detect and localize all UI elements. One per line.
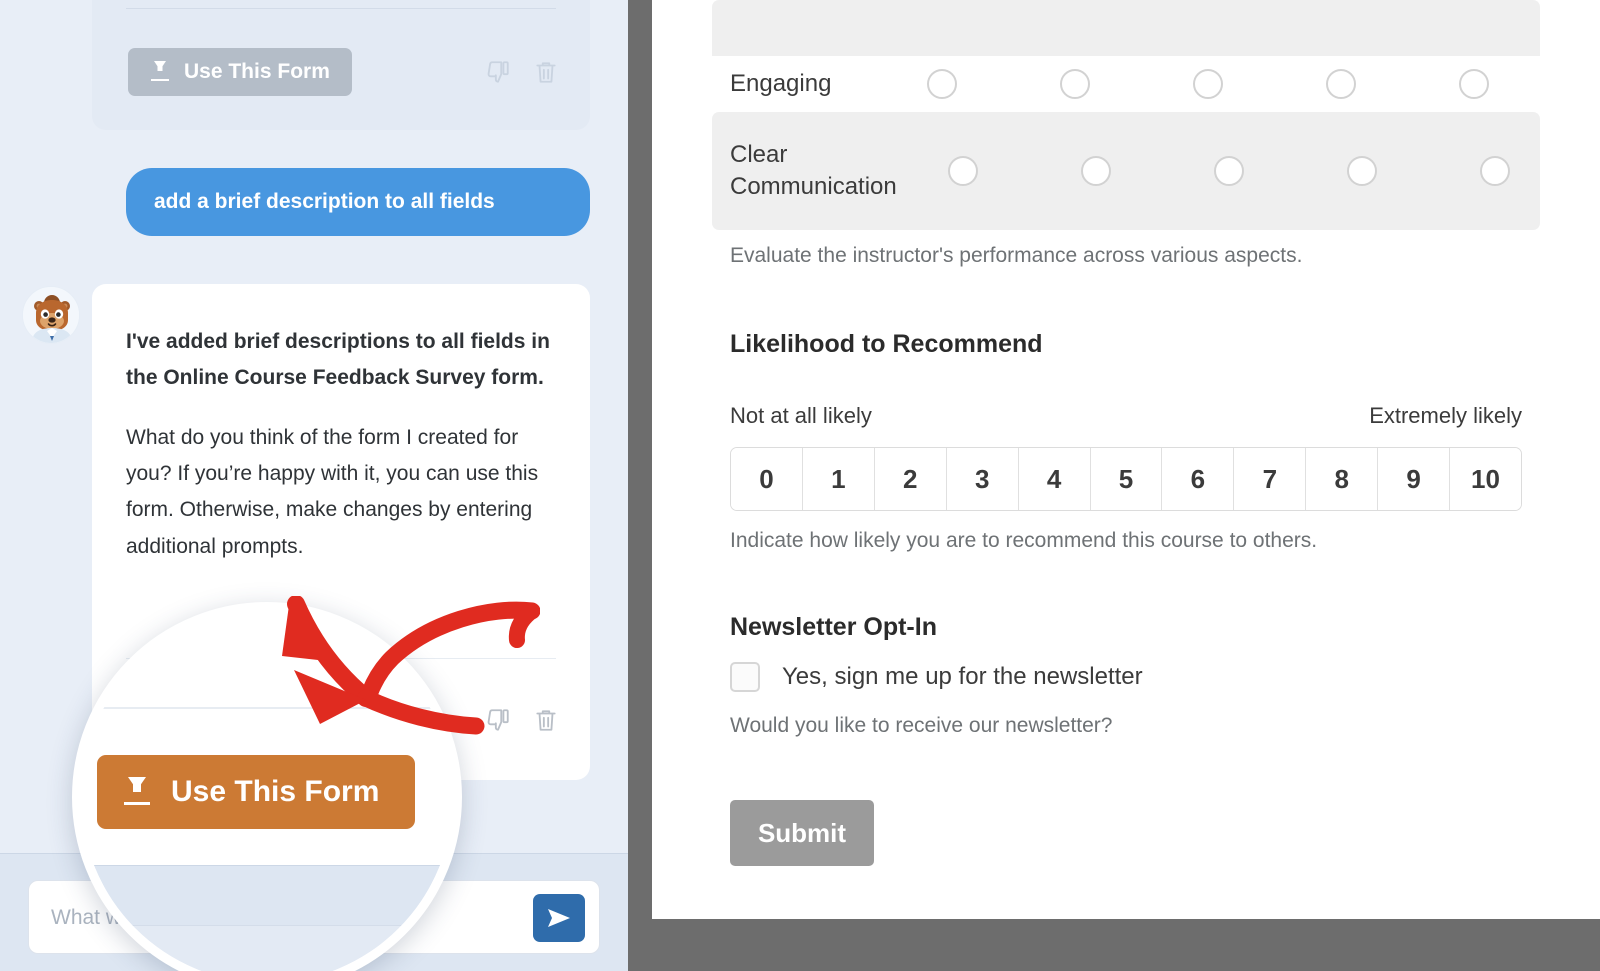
likert-row: Engaging <box>712 56 1540 112</box>
nps-cell[interactable]: 2 <box>874 448 947 510</box>
likert-option[interactable] <box>1163 156 1296 186</box>
likert-row-label: Clear Communication <box>730 140 897 200</box>
use-this-form-button-disabled[interactable]: Use This Form <box>128 48 352 96</box>
likert-matrix: Engaging Clear Communication <box>712 56 1540 230</box>
magnified-button-label: Use This Form <box>171 775 380 808</box>
likert-help-text: Evaluate the instructor's performance ac… <box>730 244 1303 267</box>
likert-option[interactable] <box>1141 69 1274 99</box>
nps-cell[interactable]: 7 <box>1234 448 1307 510</box>
magnified-composer-strip <box>81 865 453 925</box>
assistant-paragraph-2: What do you think of the form I created … <box>126 426 539 558</box>
newsletter-checkbox-label: Yes, sign me up for the newsletter <box>782 663 1143 690</box>
submit-button[interactable]: Submit <box>730 800 874 866</box>
radio-icon[interactable] <box>926 69 957 99</box>
nps-end-labels: Not at all likely Extremely likely <box>730 403 1522 429</box>
newsletter-field-title: Newsletter Opt-In <box>730 613 937 641</box>
bear-mascot-icon <box>23 287 79 343</box>
magnifier-callout: pts. Use This Form <box>72 602 462 971</box>
thumbs-down-icon[interactable] <box>485 58 511 86</box>
nps-scale: 0 1 2 3 4 5 6 7 8 9 10 <box>730 447 1522 511</box>
magnifier-viewport: pts. Use This Form <box>81 611 453 971</box>
likert-row: Clear Communication <box>712 112 1540 230</box>
likert-option[interactable] <box>1429 156 1562 186</box>
magnified-use-this-form-button[interactable]: Use This Form <box>97 755 415 829</box>
likert-option[interactable] <box>1407 69 1540 99</box>
assistant-paragraph-1: I've added brief descriptions to all fie… <box>126 330 550 390</box>
likert-row-label: Engaging <box>730 69 832 97</box>
send-button[interactable] <box>533 894 585 942</box>
likert-row-cut <box>712 0 1540 56</box>
form-preview-frame: Engaging Clear Communication Evaluate th… <box>628 0 1600 971</box>
use-this-form-label: Use This Form <box>184 60 330 83</box>
app-root: Use This Form add a brief description to… <box>0 0 1600 971</box>
nps-cell[interactable]: 1 <box>802 448 875 510</box>
trash-icon[interactable] <box>533 58 559 86</box>
magnified-lower-strip <box>81 925 453 971</box>
checkbox-icon[interactable] <box>730 662 760 692</box>
radio-icon[interactable] <box>1059 69 1090 99</box>
magnified-clipped-text: pts. <box>117 611 166 630</box>
radio-icon[interactable] <box>948 156 979 186</box>
likert-option[interactable] <box>1296 156 1429 186</box>
radio-icon[interactable] <box>1214 156 1245 186</box>
nps-help-text: Indicate how likely you are to recommend… <box>730 529 1318 552</box>
likert-options <box>897 156 1562 186</box>
card-divider <box>126 8 556 9</box>
assistant-message-body: I've added brief descriptions to all fie… <box>92 284 590 565</box>
assistant-card-actions <box>485 706 559 734</box>
assistant-avatar <box>22 286 80 344</box>
previous-card-actions <box>485 58 559 86</box>
download-icon <box>123 777 151 807</box>
radio-icon[interactable] <box>1081 156 1112 186</box>
thumbs-down-icon[interactable] <box>485 706 511 734</box>
nps-cell[interactable]: 0 <box>731 448 803 510</box>
newsletter-help-text: Would you like to receive our newsletter… <box>730 714 1113 737</box>
ai-chat-panel: Use This Form add a brief description to… <box>0 0 628 971</box>
nps-cell[interactable]: 5 <box>1090 448 1163 510</box>
submit-row: Submit <box>652 800 1600 866</box>
trash-icon[interactable] <box>533 706 559 734</box>
radio-icon[interactable] <box>1192 69 1223 99</box>
form-content: Engaging Clear Communication Evaluate th… <box>652 0 1600 866</box>
download-icon <box>150 61 170 83</box>
user-message-text: add a brief description to all fields <box>154 190 495 213</box>
magnified-divider <box>81 707 453 709</box>
nps-cell[interactable]: 9 <box>1378 448 1451 510</box>
likert-option[interactable] <box>1030 156 1163 186</box>
send-icon <box>548 909 570 927</box>
likert-option[interactable] <box>1274 69 1407 99</box>
nps-cell[interactable]: 4 <box>1018 448 1091 510</box>
radio-icon[interactable] <box>1480 156 1511 186</box>
nps-cell[interactable]: 8 <box>1306 448 1379 510</box>
nps-low-label: Not at all likely <box>730 403 872 428</box>
nps-cell[interactable]: 6 <box>1162 448 1235 510</box>
nps-cell[interactable]: 10 <box>1450 448 1521 510</box>
form-preview-page: Engaging Clear Communication Evaluate th… <box>652 0 1600 919</box>
nps-field-title: Likelihood to Recommend <box>730 330 1043 358</box>
radio-icon[interactable] <box>1325 69 1356 99</box>
likert-option[interactable] <box>875 69 1008 99</box>
likert-options <box>875 69 1540 99</box>
nps-high-label: Extremely likely <box>1369 403 1522 428</box>
radio-icon[interactable] <box>1458 69 1489 99</box>
radio-icon[interactable] <box>1347 156 1378 186</box>
user-message-bubble: add a brief description to all fields <box>126 168 590 237</box>
likert-option[interactable] <box>897 156 1030 186</box>
likert-option[interactable] <box>1008 69 1141 99</box>
nps-cell[interactable]: 3 <box>946 448 1019 510</box>
newsletter-checkbox-row[interactable]: Yes, sign me up for the newsletter <box>730 662 1522 692</box>
